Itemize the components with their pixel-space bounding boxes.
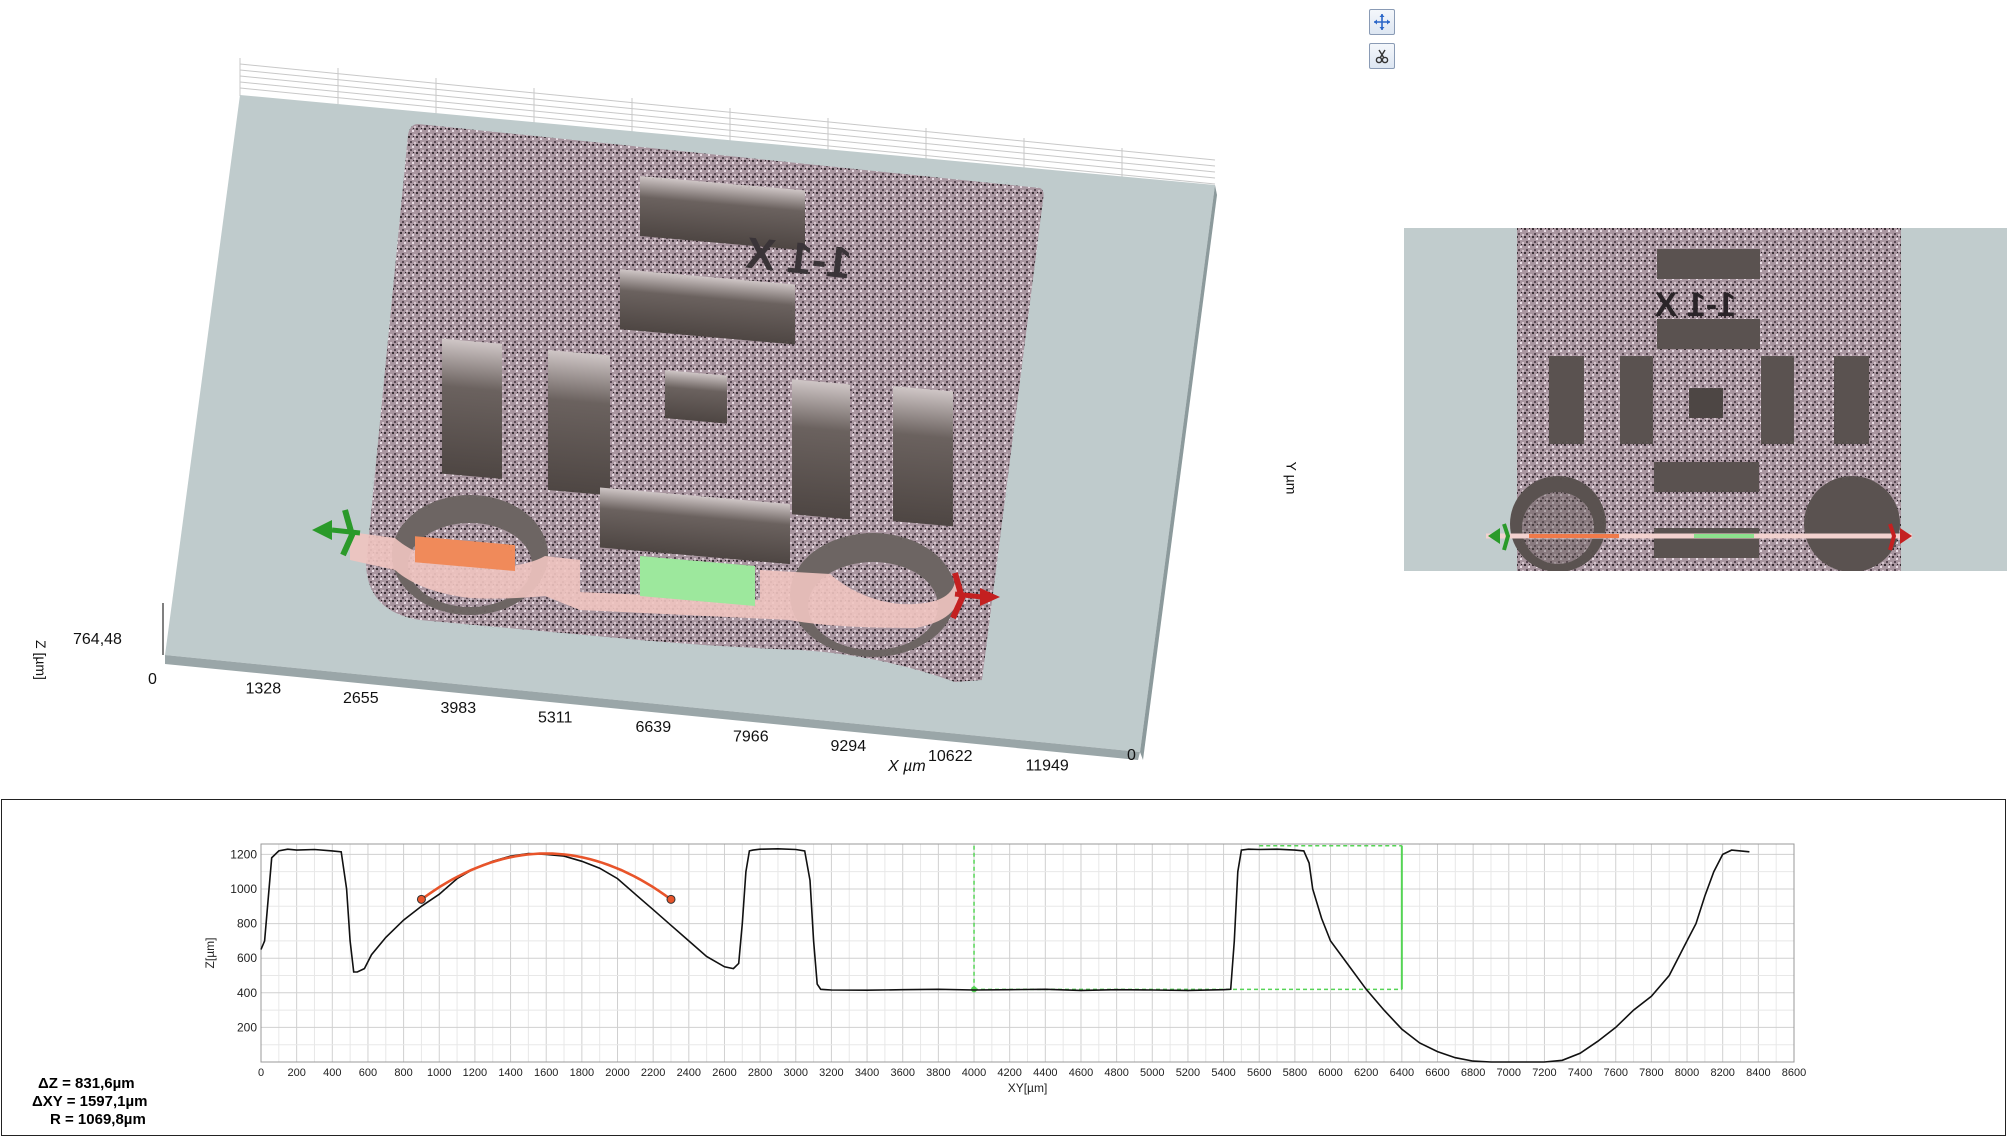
x-tick-label: 3000 [784, 1067, 808, 1079]
x-tick-label: 3983 [441, 700, 477, 717]
x-tick-label: 3600 [890, 1067, 914, 1079]
x-tick-label: 7400 [1568, 1067, 1592, 1079]
radius-readout: R = 1069,8µm [50, 1111, 146, 1128]
x-tick-label: 2800 [748, 1067, 772, 1079]
x-tick-label: 2000 [605, 1067, 629, 1079]
x-tick-label: 4200 [997, 1067, 1021, 1079]
x-tick-label: 0 [148, 671, 157, 688]
x-tick-label: 1328 [246, 681, 282, 698]
arc-fit-end-marker [666, 894, 676, 904]
2d-top-view[interactable]: 1-1 X [1404, 228, 2007, 571]
x-tick-label: 6600 [1425, 1067, 1449, 1079]
y-axis-label: Z[µm] [203, 938, 217, 969]
x-tick-label: 6000 [1318, 1067, 1342, 1079]
arc-fit-start-marker [416, 894, 426, 904]
x-tick-label: 6639 [636, 719, 672, 736]
x-tick-label: 4400 [1033, 1067, 1057, 1079]
x-tick-label: 6800 [1461, 1067, 1485, 1079]
x-tick-label: 0 [258, 1067, 264, 1079]
x-tick-label: 800 [394, 1067, 412, 1079]
pan-tool-button[interactable] [1369, 9, 1395, 35]
y-tick-label: 1000 [230, 882, 257, 896]
x-tick-label: 3400 [855, 1067, 879, 1079]
x-tick-label: 11949 [1026, 757, 1069, 774]
y-axis-label: Y µm [1283, 461, 1300, 495]
x-tick-label: 6200 [1354, 1067, 1378, 1079]
x-tick-label: 5200 [1176, 1067, 1200, 1079]
x-tick-label: 10622 [928, 748, 973, 765]
x-tick-label: 4600 [1069, 1067, 1093, 1079]
x-tick-label: 5400 [1211, 1067, 1235, 1079]
engraved-text-2d: 1-1 X [1654, 286, 1736, 324]
x-tick-label: 7600 [1604, 1067, 1628, 1079]
y-tick-label: 800 [237, 917, 257, 931]
x-axis-label: X µm [887, 758, 926, 775]
x-tick-label: 8400 [1746, 1067, 1770, 1079]
x-tick-label: 2400 [677, 1067, 701, 1079]
x-tick-label: 6400 [1390, 1067, 1414, 1079]
y-tick-label: 600 [237, 951, 257, 965]
x-tick-label: 4000 [962, 1067, 986, 1079]
x-tick-label: 5311 [538, 709, 573, 726]
x-tick-label: 1600 [534, 1067, 558, 1079]
x-tick-label: 4800 [1104, 1067, 1128, 1079]
delta-xy-readout: ΔXY = 1597,1µm [32, 1093, 148, 1110]
x-tick-label: 7200 [1532, 1067, 1556, 1079]
3d-surface-view[interactable]: 1-1 X 764,48 Z [µm] 01328265539835311663… [0, 0, 1280, 790]
x-tick-label: 5600 [1247, 1067, 1271, 1079]
x-tick-label: 7966 [733, 729, 769, 746]
x-tick-label: 2200 [641, 1067, 665, 1079]
x-tick-label: 8000 [1675, 1067, 1699, 1079]
delta-z-readout: ΔZ = 831,6µm [38, 1075, 135, 1092]
x-tick-label: 1800 [570, 1067, 594, 1079]
y-tick-label: 1200 [230, 847, 257, 861]
profile-tool-button[interactable] [1369, 43, 1395, 69]
z-axis-label: Z [µm] [33, 640, 49, 680]
x-tick-label: 3200 [819, 1067, 843, 1079]
x-tick-label: 600 [359, 1067, 377, 1079]
x-tick-label: 200 [287, 1067, 305, 1079]
scissors-icon [1375, 49, 1389, 64]
x-tick-label: 1000 [427, 1067, 451, 1079]
z-max-label: 764,48 [73, 631, 122, 648]
x-tick-label: 400 [323, 1067, 341, 1079]
x-axis-end-label: 0 [1127, 747, 1136, 764]
y-tick-label: 400 [237, 986, 257, 1000]
x-tick-label: 9294 [831, 738, 867, 755]
x-tick-label: 8600 [1782, 1067, 1806, 1079]
x-tick-label: 2655 [343, 690, 379, 707]
profile-chart[interactable]: 200 400 600 800 1000 1200 0 200 400 600 800 1000 120… [200, 835, 1810, 1105]
x-tick-label: 5800 [1283, 1067, 1307, 1079]
x-tick-label: 5000 [1140, 1067, 1164, 1079]
x-tick-label: 1200 [463, 1067, 487, 1079]
y-tick-label: 200 [237, 1020, 257, 1034]
x-tick-label: 1400 [498, 1067, 522, 1079]
crosshair-move-icon [1374, 14, 1390, 30]
x-tick-label: 7000 [1497, 1067, 1521, 1079]
x-axis-label: XY[µm] [1008, 1081, 1048, 1095]
x-tick-label: 8200 [1710, 1067, 1734, 1079]
x-tick-label: 2600 [712, 1067, 736, 1079]
x-tick-label: 3800 [926, 1067, 950, 1079]
x-tick-label: 7800 [1639, 1067, 1663, 1079]
